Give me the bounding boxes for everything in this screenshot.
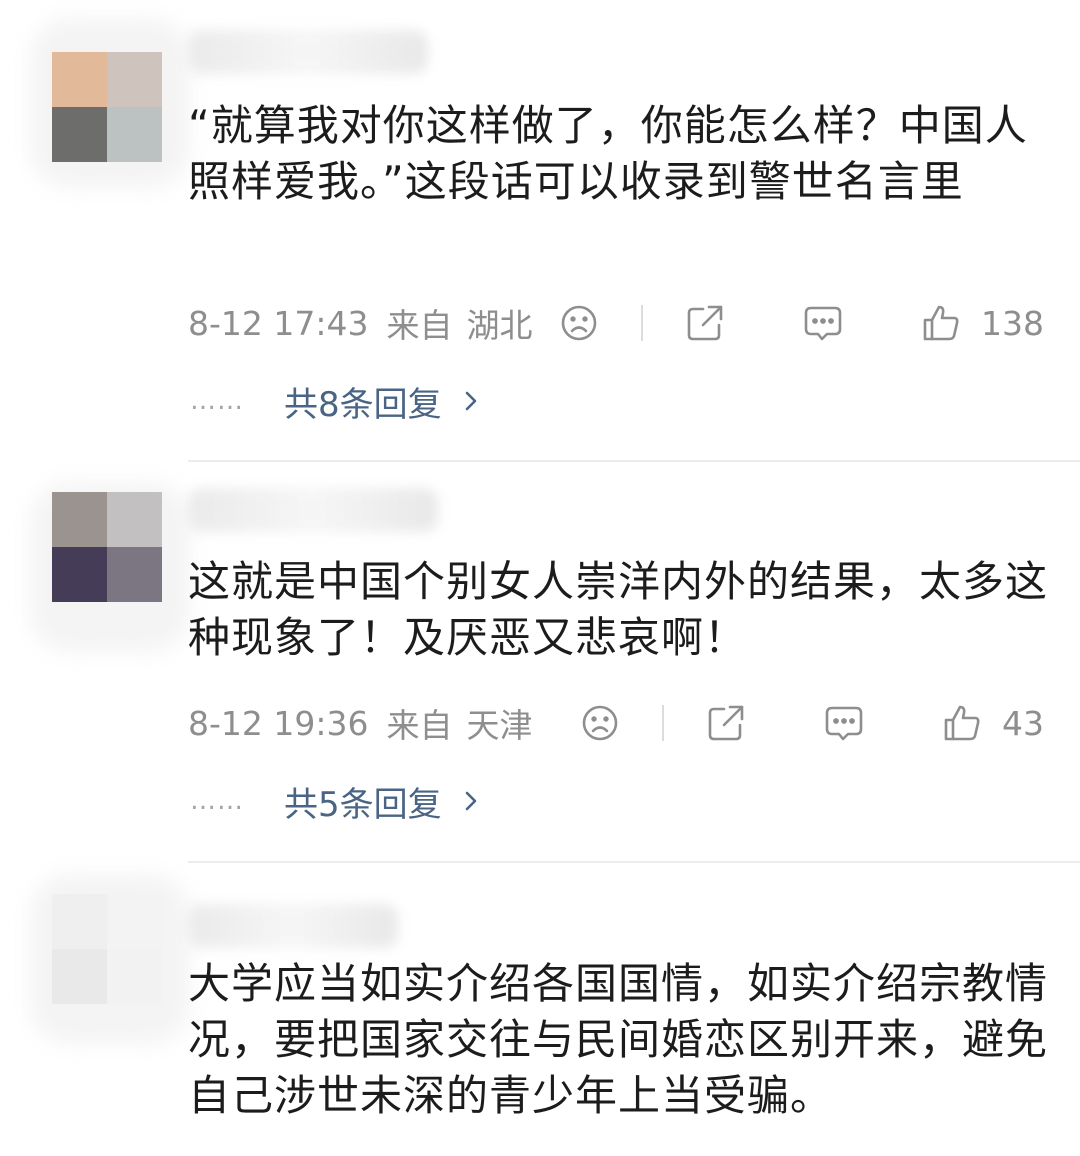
frown-face-icon[interactable] (559, 303, 599, 343)
avatar-pixel (107, 949, 162, 1004)
comment-meta: 8-12 17:43 来自 湖北 138 (188, 298, 1044, 348)
avatar-pixel (52, 492, 107, 547)
comment-actions: 138 (559, 298, 1044, 348)
avatar-pixel (52, 107, 107, 162)
avatar-pixel (107, 894, 162, 949)
frown-face-icon[interactable] (580, 703, 620, 743)
avatar-pixel (107, 547, 162, 602)
like-count: 138 (981, 303, 1044, 343)
avatar-pixel (52, 52, 107, 107)
chevron-right-icon (460, 790, 482, 812)
avatar-pixel (52, 949, 107, 1004)
thumbs-up-icon[interactable] (921, 303, 961, 343)
comment-text: 大学应当如实介绍各国国情，如实介绍宗教情况，要把国家交往与民间婚恋区别开来，避免… (188, 959, 1049, 1120)
location-prefix: 来自 (386, 306, 453, 345)
username-blurred[interactable] (188, 904, 398, 948)
comment-item: “就算我对你这样做了，你能怎么样？中国人照样爱我。”这段话可以收录到警世名言里 … (0, 0, 1080, 460)
location-prefix: 来自 (386, 706, 453, 745)
comment-time: 8-12 19:36 (188, 703, 369, 743)
share-icon[interactable] (685, 303, 725, 343)
view-replies-row[interactable]: …… 共5条回复 (190, 776, 482, 826)
avatar-pixel (107, 492, 162, 547)
comment-item: 大学应当如实介绍各国国情，如实介绍宗教情况，要把国家交往与民间婚恋区别开来，避免… (0, 864, 1080, 1156)
avatar[interactable] (52, 492, 162, 602)
comment-item: 这就是中国个别女人崇洋内外的结果，太多这种现象了！及厌恶又悲哀啊！ 8-12 1… (0, 462, 1080, 862)
avatar-pixel (107, 52, 162, 107)
like-count: 43 (1002, 703, 1044, 743)
comment-time: 8-12 17:43 (188, 303, 369, 343)
chevron-right-icon (460, 390, 482, 412)
comment-location: 天津 (466, 706, 533, 745)
avatar-pixel (52, 894, 107, 949)
comment-bubble-icon[interactable] (803, 303, 843, 343)
thumbs-up-icon[interactable] (942, 703, 982, 743)
action-separator (641, 305, 643, 341)
avatar-pixel (52, 547, 107, 602)
avatar[interactable] (52, 52, 162, 162)
reply-dots: …… (190, 786, 244, 816)
comment-meta: 8-12 19:36 来自 天津 43 (188, 698, 1044, 748)
comment-location: 湖北 (466, 306, 533, 345)
username-blurred[interactable] (188, 488, 438, 532)
share-icon[interactable] (706, 703, 746, 743)
comment-bubble-icon[interactable] (824, 703, 864, 743)
comment-text: 这就是中国个别女人崇洋内外的结果，太多这种现象了！及厌恶又悲哀啊！ (188, 557, 1049, 662)
view-replies-link[interactable]: 共8条回复 (284, 377, 442, 426)
comment-list: “就算我对你这样做了，你能怎么样？中国人照样爱我。”这段话可以收录到警世名言里 … (0, 0, 1080, 1156)
comment-text: “就算我对你这样做了，你能怎么样？中国人照样爱我。”这段话可以收录到警世名言里 (188, 101, 1028, 206)
action-separator (662, 705, 664, 741)
view-replies-link[interactable]: 共5条回复 (284, 777, 442, 826)
reply-dots: …… (190, 386, 244, 416)
view-replies-row[interactable]: …… 共8条回复 (190, 376, 482, 426)
avatar[interactable] (52, 894, 162, 1004)
avatar-pixel (107, 107, 162, 162)
comment-divider (188, 861, 1080, 863)
comment-actions: 43 (580, 698, 1044, 748)
username-blurred[interactable] (188, 30, 428, 74)
